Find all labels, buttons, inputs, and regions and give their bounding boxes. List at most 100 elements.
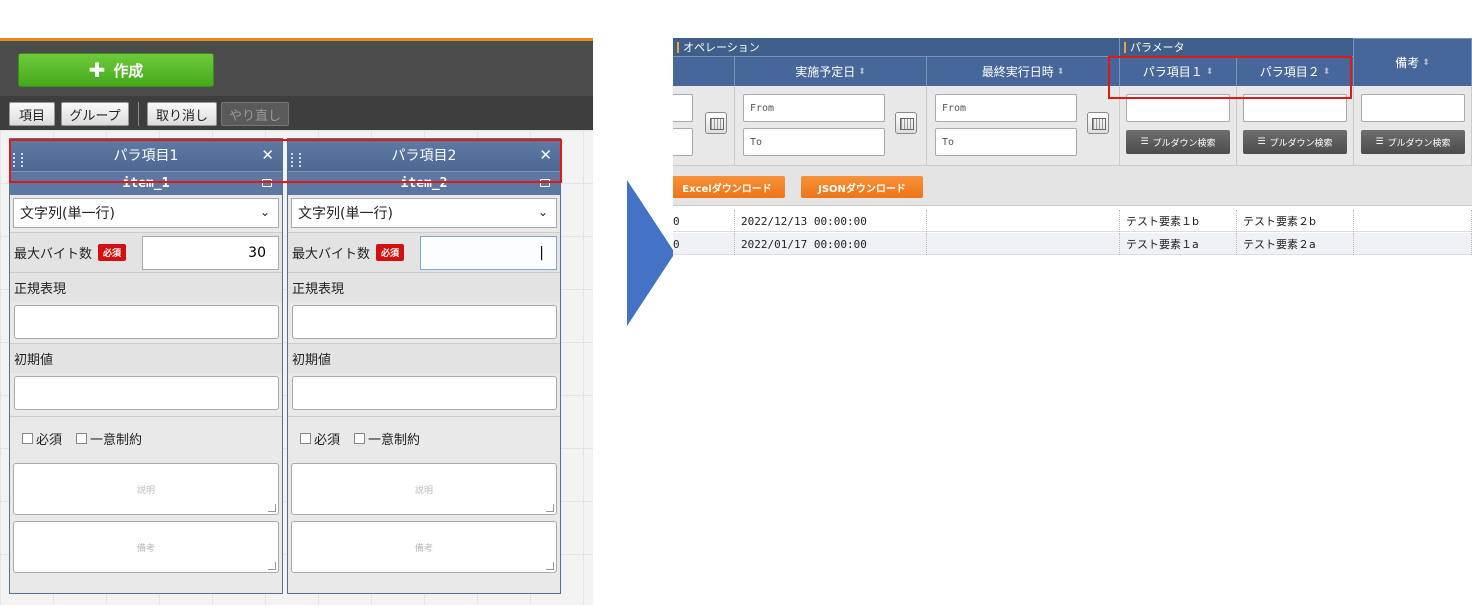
list-icon: ☰	[1257, 137, 1266, 147]
remarks-pulldown-button[interactable]: ☰ プルダウン検索	[1361, 130, 1465, 154]
regex-input-1[interactable]	[14, 305, 279, 339]
para2-cell: テスト要素２a	[1237, 233, 1354, 255]
column-card-1: パラ項目1 ✕ item_1 文字列(単一行) ⌄ 最大バイト数 必須 30 正規…	[9, 138, 283, 594]
menu-editor-panel: ✚ 作成 項目 グループ 取り消し やり直し パラ項目1 ✕ item_1 文字…	[0, 38, 593, 605]
required-badge: 必須	[98, 244, 127, 261]
unique-checkbox-2[interactable]: 一意制約	[354, 429, 420, 448]
table-row[interactable]: 0 2022/12/13 00:00:00 テスト要素１b テスト要素２b	[673, 210, 1472, 232]
type-select-2[interactable]: 文字列(単一行) ⌄	[291, 198, 557, 228]
regex-label-2: 正規表現	[288, 272, 560, 302]
resize-handle-icon[interactable]	[268, 504, 276, 512]
scheduled-to-input[interactable]: To	[743, 128, 885, 156]
remarks-textarea-1[interactable]: 備考	[13, 521, 279, 573]
description-textarea-1[interactable]: 説明	[13, 463, 279, 515]
remarks-header-label: 備考	[1395, 56, 1420, 70]
list-icon: ☰	[1140, 137, 1149, 147]
undo-button[interactable]: 取り消し	[147, 102, 217, 126]
group-button[interactable]: グループ	[61, 102, 129, 126]
scheduled-from-input[interactable]: From	[743, 94, 885, 122]
item-button[interactable]: 項目	[9, 102, 55, 126]
redo-button[interactable]: やり直し	[221, 102, 289, 126]
edit-toolbar: 項目 グループ 取り消し やり直し	[0, 96, 593, 130]
remarks-textarea-2[interactable]: 備考	[291, 521, 557, 573]
id-cell: 0	[673, 210, 735, 232]
required-checkbox-label: 必須	[36, 433, 63, 448]
excel-download-button[interactable]: Excelダウンロード	[673, 176, 785, 198]
scheduled-filter-cell: From To	[735, 86, 927, 166]
max-bytes-input-2[interactable]: |	[420, 235, 557, 270]
max-bytes-label-2: 最大バイト数 必須	[288, 243, 420, 262]
checkbox-icon	[22, 433, 33, 444]
checkbox-icon	[354, 433, 366, 444]
remarks-placeholder: 備考	[414, 543, 433, 554]
last-exec-from-input[interactable]: From	[935, 94, 1077, 122]
regex-input-2[interactable]	[292, 305, 557, 339]
scheduled-cell: 2022/12/13 00:00:00	[735, 210, 927, 232]
checkbox-icon	[300, 433, 311, 444]
type-select-value: 文字列(単一行)	[298, 206, 393, 222]
scheduled-date-label: 実施予定日	[795, 65, 856, 79]
constraint-row-2: 必須 一意制約	[288, 416, 560, 460]
editor-canvas: パラ項目1 ✕ item_1 文字列(単一行) ⌄ 最大バイト数 必須 30 正規…	[0, 130, 593, 605]
unique-checkbox-1[interactable]: 一意制約	[76, 429, 142, 448]
last-exec-cell	[927, 233, 1120, 255]
para2-pulldown-button[interactable]: ☰ プルダウン検索	[1243, 130, 1347, 154]
calendar-icon[interactable]	[705, 112, 727, 134]
parameter-group-label: パラメータ	[1130, 41, 1185, 54]
scheduled-cell: 2022/01/17 00:00:00	[735, 233, 927, 255]
calendar-icon[interactable]	[895, 112, 917, 134]
remarks-filter-input[interactable]	[1361, 94, 1465, 122]
resize-handle-icon[interactable]	[268, 562, 276, 570]
parameter-list-panel: オペレーション パラメータ 備考 ⬍ 実施予定日 ⬍ 最終実行日時 ⬍ パラ項目１ ⬍ …	[673, 38, 1472, 262]
sort-icon: ⬍	[1422, 57, 1430, 68]
resize-handle-icon[interactable]	[546, 504, 554, 512]
default-input-2[interactable]	[292, 376, 557, 410]
checkbox-icon	[76, 433, 88, 444]
remarks-cell	[1354, 233, 1472, 255]
resize-handle-icon[interactable]	[546, 562, 554, 570]
regex-label-1: 正規表現	[10, 272, 282, 302]
default-input-1[interactable]	[14, 376, 279, 410]
operation-group-header: オペレーション	[673, 38, 1120, 56]
group-marker	[1124, 41, 1126, 53]
id-column-header[interactable]	[673, 56, 735, 86]
pulldown-label: プルダウン検索	[1269, 138, 1333, 149]
max-bytes-row-2: 最大バイト数 必須 |	[288, 232, 560, 272]
required-checkbox-2[interactable]: 必須	[300, 429, 340, 448]
unique-checkbox-label: 一意制約	[368, 433, 421, 448]
parameter-group-header: パラメータ	[1120, 38, 1354, 56]
type-select-1[interactable]: 文字列(単一行) ⌄	[13, 198, 279, 228]
last-exec-header[interactable]: 最終実行日時 ⬍	[927, 56, 1120, 86]
para1-cell: テスト要素１b	[1120, 210, 1237, 232]
download-toolbar: Excelダウンロード JSONダウンロード	[673, 166, 1472, 206]
list-icon: ☰	[1375, 137, 1384, 147]
id-filter-from[interactable]	[673, 94, 693, 122]
create-button[interactable]: ✚ 作成	[18, 53, 214, 87]
remarks-column-header[interactable]: 備考 ⬍	[1354, 38, 1472, 86]
required-checkbox-1[interactable]: 必須	[22, 429, 62, 448]
max-bytes-input-1[interactable]: 30	[142, 235, 279, 270]
table-row[interactable]: 0 2022/01/17 00:00:00 テスト要素１a テスト要素２a	[673, 233, 1472, 255]
last-exec-label: 最終実行日時	[981, 65, 1054, 79]
calendar-icon[interactable]	[1087, 112, 1109, 134]
highlight-box-right	[1108, 56, 1352, 99]
json-download-button[interactable]: JSONダウンロード	[801, 176, 923, 198]
unique-checkbox-label: 一意制約	[90, 433, 143, 448]
max-bytes-text: 最大バイト数	[292, 247, 371, 262]
description-textarea-2[interactable]: 説明	[291, 463, 557, 515]
para1-cell: テスト要素１a	[1120, 233, 1237, 255]
chevron-down-icon: ⌄	[537, 205, 548, 219]
sort-icon: ⬍	[1056, 66, 1065, 77]
operation-group-label: オペレーション	[683, 41, 760, 54]
required-badge: 必須	[376, 244, 405, 261]
id-filter-to[interactable]	[673, 128, 693, 156]
remarks-filter-cell: ☰ プルダウン検索	[1354, 86, 1472, 166]
para1-pulldown-button[interactable]: ☰ プルダウン検索	[1126, 130, 1230, 154]
last-exec-cell	[927, 210, 1120, 232]
id-filter-cell	[673, 86, 735, 166]
constraint-row-1: 必須 一意制約	[10, 416, 282, 460]
last-exec-to-input[interactable]: To	[935, 128, 1077, 156]
scheduled-date-header[interactable]: 実施予定日 ⬍	[735, 56, 927, 86]
pulldown-label: プルダウン検索	[1152, 138, 1216, 149]
create-toolbar: ✚ 作成	[0, 41, 593, 96]
